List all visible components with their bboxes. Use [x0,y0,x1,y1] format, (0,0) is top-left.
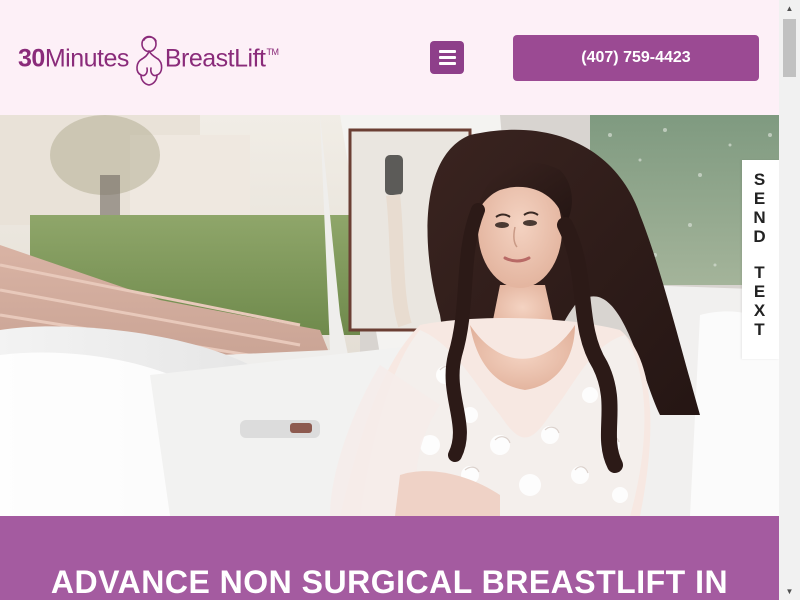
logo-text: 30Minutes BreastLiftTM [18,32,279,88]
send-text-letter: S [753,170,768,189]
send-text-letter: X [753,301,768,320]
phone-number-label: (407) 759-4423 [581,49,691,66]
send-text-tab[interactable]: S E N D T E X T [742,160,779,359]
phone-call-button[interactable]: (407) 759-4423 [513,35,759,81]
hamburger-menu-icon [438,50,456,53]
site-header: 30Minutes BreastLiftTM (407) 759-4423 [0,0,779,115]
send-text-letter: T [754,263,767,282]
banner-title: ADVANCE NON SURGICAL BREASTLIFT IN [50,564,729,600]
hamburger-menu-button[interactable] [430,41,464,74]
hero-image [0,115,779,516]
send-text-letter: E [753,282,768,301]
send-text-letter: D [753,227,768,246]
site-logo[interactable]: 30Minutes BreastLiftTM [18,30,328,90]
logo-trademark: TM [266,46,279,57]
logo-number: 30 [18,44,45,73]
bride-in-white-car-photo [0,115,779,516]
logo-woman-figure-icon [136,35,163,86]
send-text-letter: N [753,208,768,227]
logo-word-minutes: Minutes [44,44,130,73]
send-text-letter: T [754,320,767,339]
scrollbar-thumb[interactable] [783,19,796,77]
hero-banner: ADVANCE NON SURGICAL BREASTLIFT IN [0,516,779,600]
vertical-scrollbar[interactable]: ▲ ▼ [779,0,800,600]
arrow-up-icon[interactable]: ▲ [779,0,800,17]
logo-word-breastlift: BreastLift [164,44,266,73]
arrow-down-icon[interactable]: ▼ [779,583,800,600]
page: 30Minutes BreastLiftTM (407) 759-4423 S … [0,0,779,600]
send-text-letter: E [753,189,768,208]
